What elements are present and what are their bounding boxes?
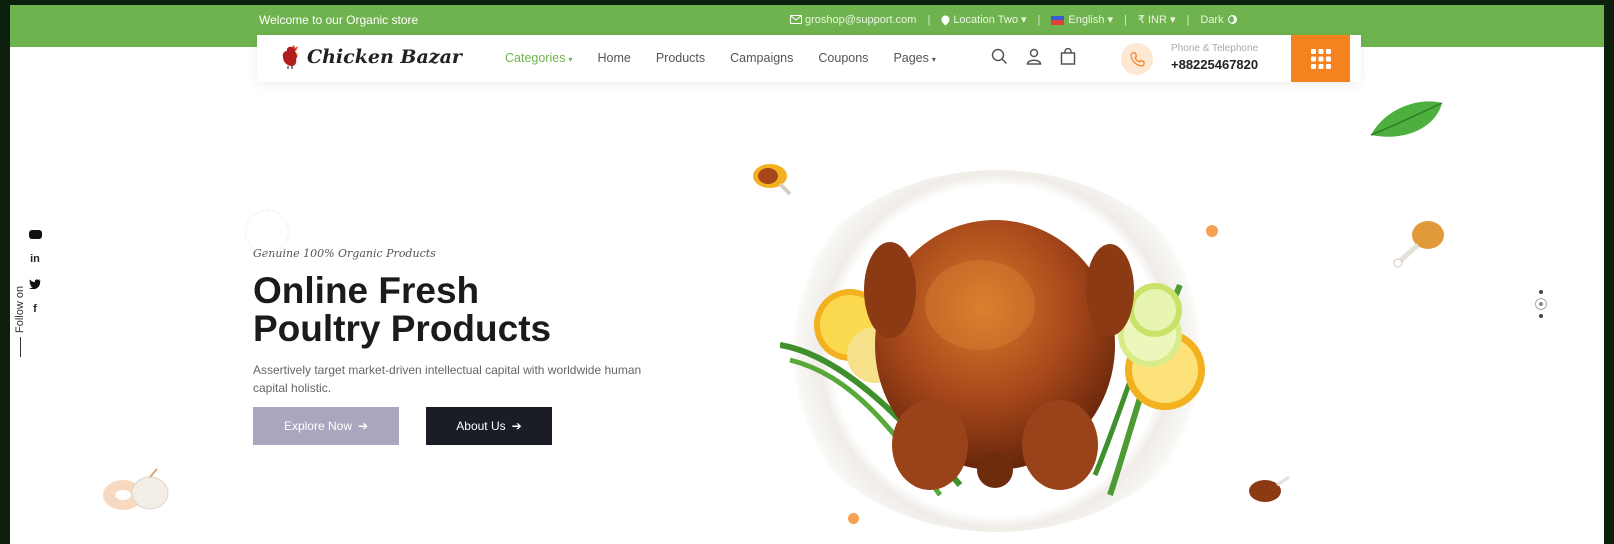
main-navbar: Chicken Bazar Categories ▾ Home Products … [257, 35, 1361, 82]
nav-label: Categories [505, 51, 566, 65]
mail-icon [790, 15, 802, 25]
logo-text: Chicken Bazar [307, 46, 462, 68]
nav-label: Pages [893, 51, 929, 65]
explore-now-button[interactable]: Explore Now ➔ [253, 407, 399, 445]
roast-chicken-image [780, 220, 1205, 497]
nav-products[interactable]: Products [656, 51, 705, 65]
chevron-down-icon: ▾ [1107, 14, 1114, 26]
currency-dropdown[interactable]: ₹ INR ▾ [1138, 13, 1176, 26]
topbar-right: groshop@support.com | Location Two ▾ | E… [790, 13, 1237, 26]
drumstick-small-icon [1249, 475, 1290, 502]
hero-section: Genuine 100% Organic Products Online Fre… [253, 247, 643, 397]
nav-categories[interactable]: Categories ▾ [505, 51, 572, 65]
slider-dot[interactable] [1539, 290, 1543, 294]
language-text: English [1068, 14, 1105, 26]
nav-coupons[interactable]: Coupons [818, 51, 868, 65]
follow-text: Follow on [14, 285, 26, 333]
topbar-separator: | [1037, 13, 1041, 26]
facebook-icon[interactable]: f [33, 303, 37, 315]
headline-line-1: Online Fresh [253, 270, 480, 311]
nav-menu: Categories ▾ Home Products Campaigns Coup… [505, 51, 936, 65]
hero-description: Assertively target market-driven intelle… [253, 363, 642, 395]
nav-pages[interactable]: Pages ▾ [893, 51, 935, 65]
rooster-logo-icon [282, 45, 299, 69]
location-text: Location Two [953, 14, 1018, 26]
moon-icon [1227, 15, 1237, 25]
chicken-leg-icon [1393, 221, 1444, 268]
drumstick-icon [753, 164, 792, 196]
linkedin-icon[interactable]: in [30, 253, 40, 265]
about-us-button[interactable]: About Us ➔ [426, 407, 552, 445]
headline-line-2: Poultry Products [253, 308, 552, 349]
phone-icon-circle[interactable] [1121, 43, 1153, 75]
nav-icons [991, 48, 1076, 65]
phone-icon [1129, 51, 1145, 67]
slider-dots [1535, 290, 1547, 318]
topbar-separator: | [927, 13, 931, 26]
nav-campaigns[interactable]: Campaigns [730, 51, 793, 65]
language-dropdown[interactable]: English ▾ [1051, 13, 1113, 26]
hero-tagline: Genuine 100% Organic Products [253, 247, 436, 260]
button-label: About Us [456, 419, 506, 433]
theme-text: Dark [1200, 13, 1224, 26]
arrow-right-icon: ➔ [511, 419, 522, 433]
orange-dot [848, 513, 859, 524]
follow-on-label: Follow on [13, 273, 27, 357]
slider-dot-active[interactable] [1535, 298, 1547, 310]
phone-info: Phone & Telephone +88225467820 [1171, 43, 1258, 72]
chevron-down-icon: ▾ [931, 55, 936, 64]
follow-line [20, 337, 21, 357]
grid-menu-button[interactable] [1291, 35, 1350, 82]
user-icon[interactable] [1026, 48, 1042, 65]
chevron-down-icon: ▾ [1021, 14, 1027, 26]
currency-text: ₹ INR [1137, 14, 1167, 26]
phone-number[interactable]: +88225467820 [1171, 57, 1258, 72]
chevron-down-icon: ▾ [568, 55, 573, 64]
welcome-text: Welcome to our Organic store [259, 13, 419, 27]
hero-headline: Online Fresh Poultry Products [253, 272, 643, 348]
nav-home[interactable]: Home [597, 51, 630, 65]
topbar-separator: | [1124, 13, 1127, 26]
shopping-bag-icon[interactable] [1060, 48, 1076, 65]
logo[interactable]: Chicken Bazar [280, 45, 462, 69]
flag-icon [1051, 15, 1065, 25]
page-frame: Welcome to our Organic store groshop@sup… [10, 5, 1604, 544]
phone-label: Phone & Telephone [1171, 43, 1259, 54]
twitter-icon[interactable] [29, 279, 41, 289]
email-link[interactable]: groshop@support.com [790, 14, 916, 26]
arrow-right-icon: ➔ [357, 419, 369, 433]
location-dropdown[interactable]: Location Two ▾ [941, 13, 1027, 26]
chevron-down-icon: ▾ [1169, 14, 1176, 26]
youtube-icon[interactable] [28, 230, 42, 239]
topbar-separator: | [1186, 13, 1190, 26]
slider-dot[interactable] [1539, 314, 1543, 318]
onion-sketch-icon [103, 468, 169, 510]
theme-toggle[interactable]: Dark [1200, 13, 1237, 26]
leaf-icon [1370, 101, 1443, 137]
email-text: groshop@support.com [805, 13, 917, 26]
grid-icon [1310, 48, 1331, 69]
location-pin-icon [941, 15, 950, 26]
social-links: in f [27, 230, 43, 315]
orange-dot [1206, 225, 1218, 237]
dotted-ring [245, 210, 289, 254]
button-label: Explore Now [283, 419, 352, 433]
search-icon[interactable] [991, 48, 1008, 65]
